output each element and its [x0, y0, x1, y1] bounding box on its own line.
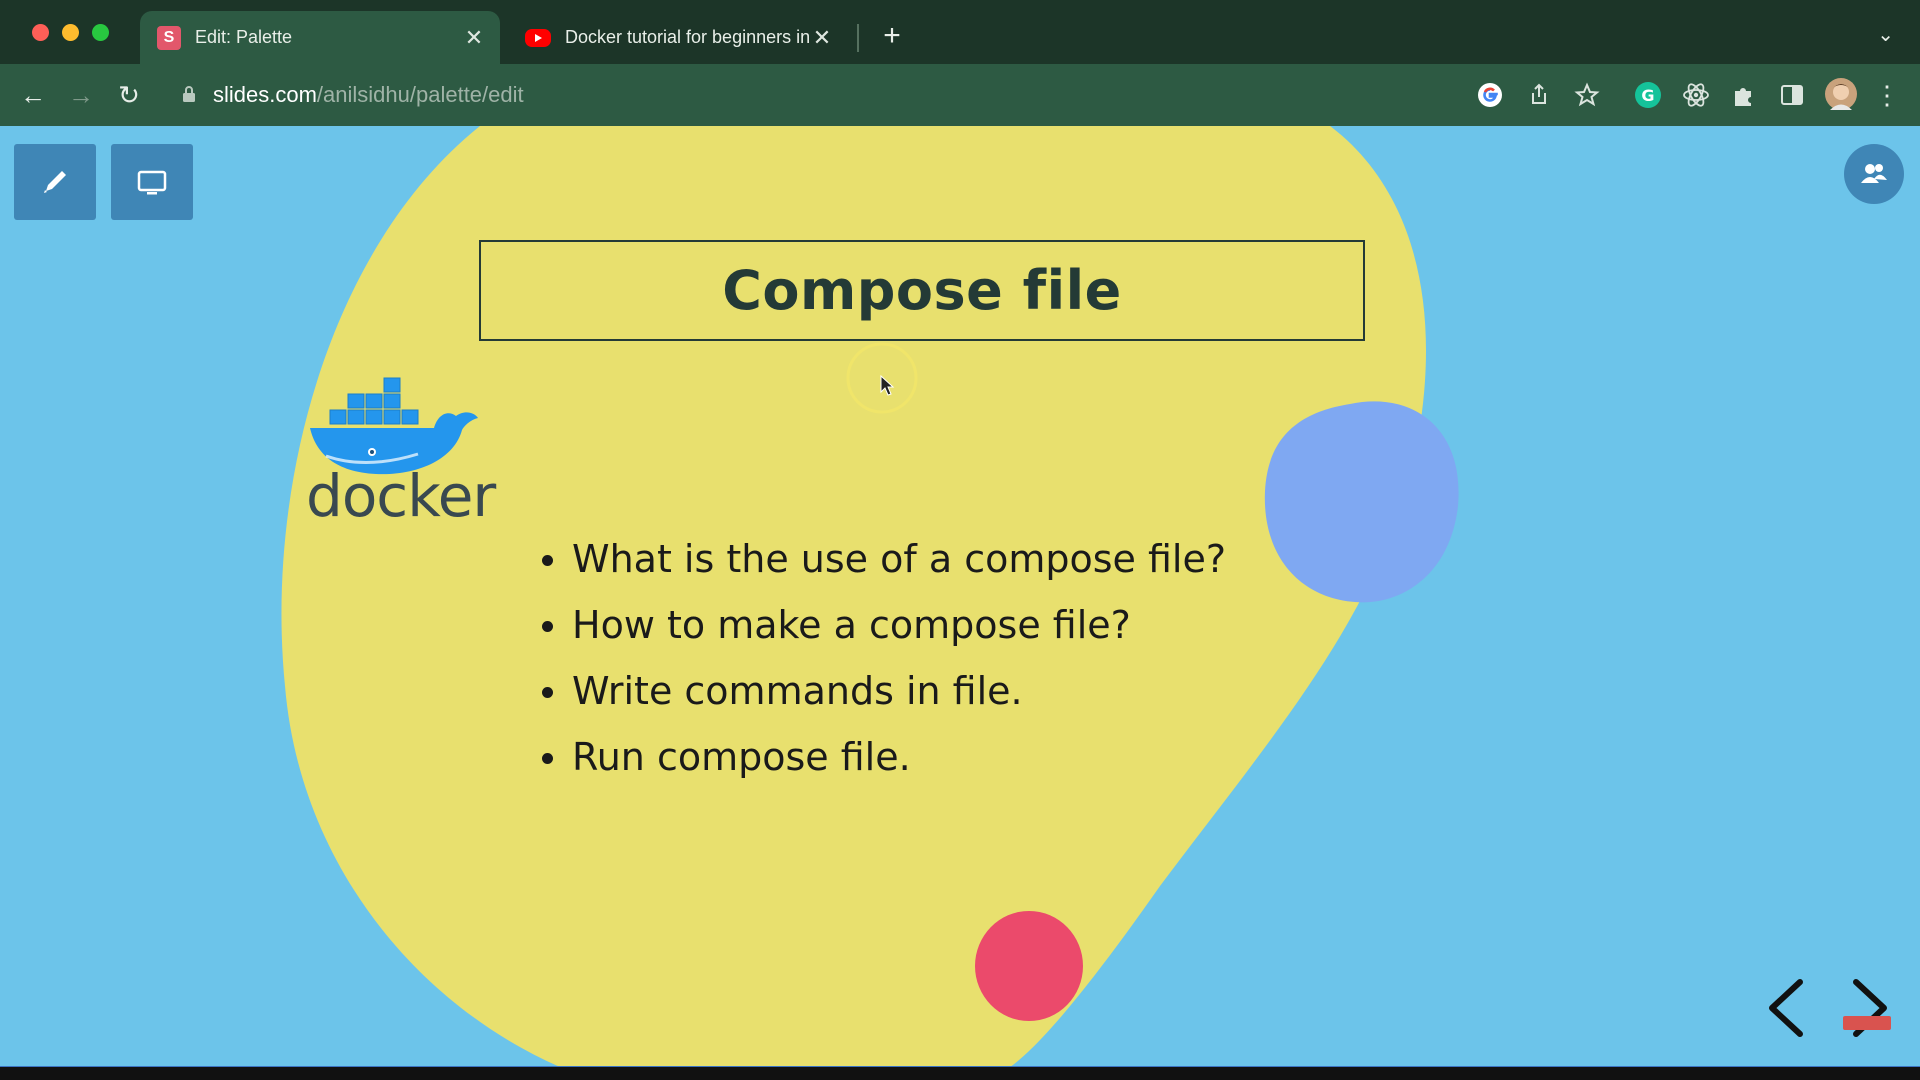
bullet-item: How to make a compose file?: [538, 592, 1226, 658]
window-bottom-edge: [0, 1067, 1920, 1080]
share-icon[interactable]: [1525, 81, 1553, 109]
previous-slide-arrow-icon[interactable]: [1760, 976, 1814, 1040]
side-panel-icon[interactable]: [1777, 80, 1807, 110]
browser-menu-icon[interactable]: ⋮: [1868, 76, 1906, 114]
tab-title: Edit: Palette: [195, 27, 293, 47]
docker-logo-text: docker: [306, 462, 496, 530]
subscribe-badge: [1843, 1016, 1891, 1030]
tab-bar: S Edit: Palette ✕ Docker tutorial for be…: [0, 0, 1920, 64]
pen-icon: [44, 171, 66, 193]
profile-avatar[interactable]: [1824, 77, 1858, 111]
address-bar[interactable]: slides.com/anilsidhu/palette/edit: [164, 72, 1600, 118]
bullet-item: Run compose file.: [538, 724, 1226, 790]
monitor-icon: [137, 170, 167, 195]
lock-icon: [183, 86, 195, 102]
url-path: /anilsidhu/palette/edit: [316, 82, 524, 107]
zoom-window-button[interactable]: [92, 24, 109, 41]
new-tab-button[interactable]: +: [876, 18, 908, 54]
tab-search-chevron-icon[interactable]: ⌄: [1877, 22, 1894, 47]
bookmark-star-icon[interactable]: [1573, 81, 1601, 109]
url-host: slides.com: [213, 82, 317, 107]
svg-text:G: G: [1641, 86, 1654, 105]
grammarly-icon[interactable]: G: [1633, 80, 1663, 110]
slide-title: Compose file: [722, 259, 1122, 322]
browser-toolbar: ← → ↻ slides.com/anilsidhu/palette/edit: [0, 64, 1920, 126]
bullet-list[interactable]: What is the use of a compose file? How t…: [538, 526, 1226, 790]
tab-edit-palette[interactable]: S Edit: Palette ✕: [140, 11, 500, 64]
next-slide-arrow-icon[interactable]: [1842, 976, 1896, 1040]
slides-favicon: S: [157, 25, 181, 50]
close-window-button[interactable]: [32, 24, 49, 41]
tab-title: Docker tutorial for beginners in: [565, 27, 810, 47]
pink-circle-shape: [975, 911, 1083, 1021]
extensions-puzzle-icon[interactable]: [1729, 80, 1759, 110]
edit-pen-button[interactable]: [14, 144, 96, 220]
bullet-item: Write commands in file.: [538, 658, 1226, 724]
back-button[interactable]: ←: [14, 76, 52, 114]
forward-button[interactable]: →: [62, 76, 100, 114]
tab-docker-tutorial[interactable]: Docker tutorial for beginners in ✕: [508, 11, 848, 64]
slide-canvas: Compose file docker What is the use of a…: [0, 126, 1920, 1067]
present-button[interactable]: [111, 144, 193, 220]
bullet-item: What is the use of a compose file?: [538, 526, 1226, 592]
collaborators-button[interactable]: [1844, 144, 1904, 204]
url-text[interactable]: slides.com/anilsidhu/palette/edit: [213, 82, 524, 108]
tab-separator: [857, 24, 859, 52]
react-devtools-icon[interactable]: [1681, 80, 1711, 110]
tab-close-icon[interactable]: ✕: [462, 25, 486, 51]
blue-blob-shape: [1264, 401, 1459, 603]
slide-title-box[interactable]: Compose file: [479, 240, 1365, 341]
google-icon[interactable]: [1476, 81, 1504, 109]
browser-chrome: S Edit: Palette ✕ Docker tutorial for be…: [0, 0, 1920, 126]
reload-button[interactable]: ↻: [110, 76, 148, 114]
youtube-icon: [525, 28, 551, 47]
users-icon: [1861, 164, 1887, 183]
tab-close-icon[interactable]: ✕: [810, 25, 834, 51]
minimize-window-button[interactable]: [62, 24, 79, 41]
